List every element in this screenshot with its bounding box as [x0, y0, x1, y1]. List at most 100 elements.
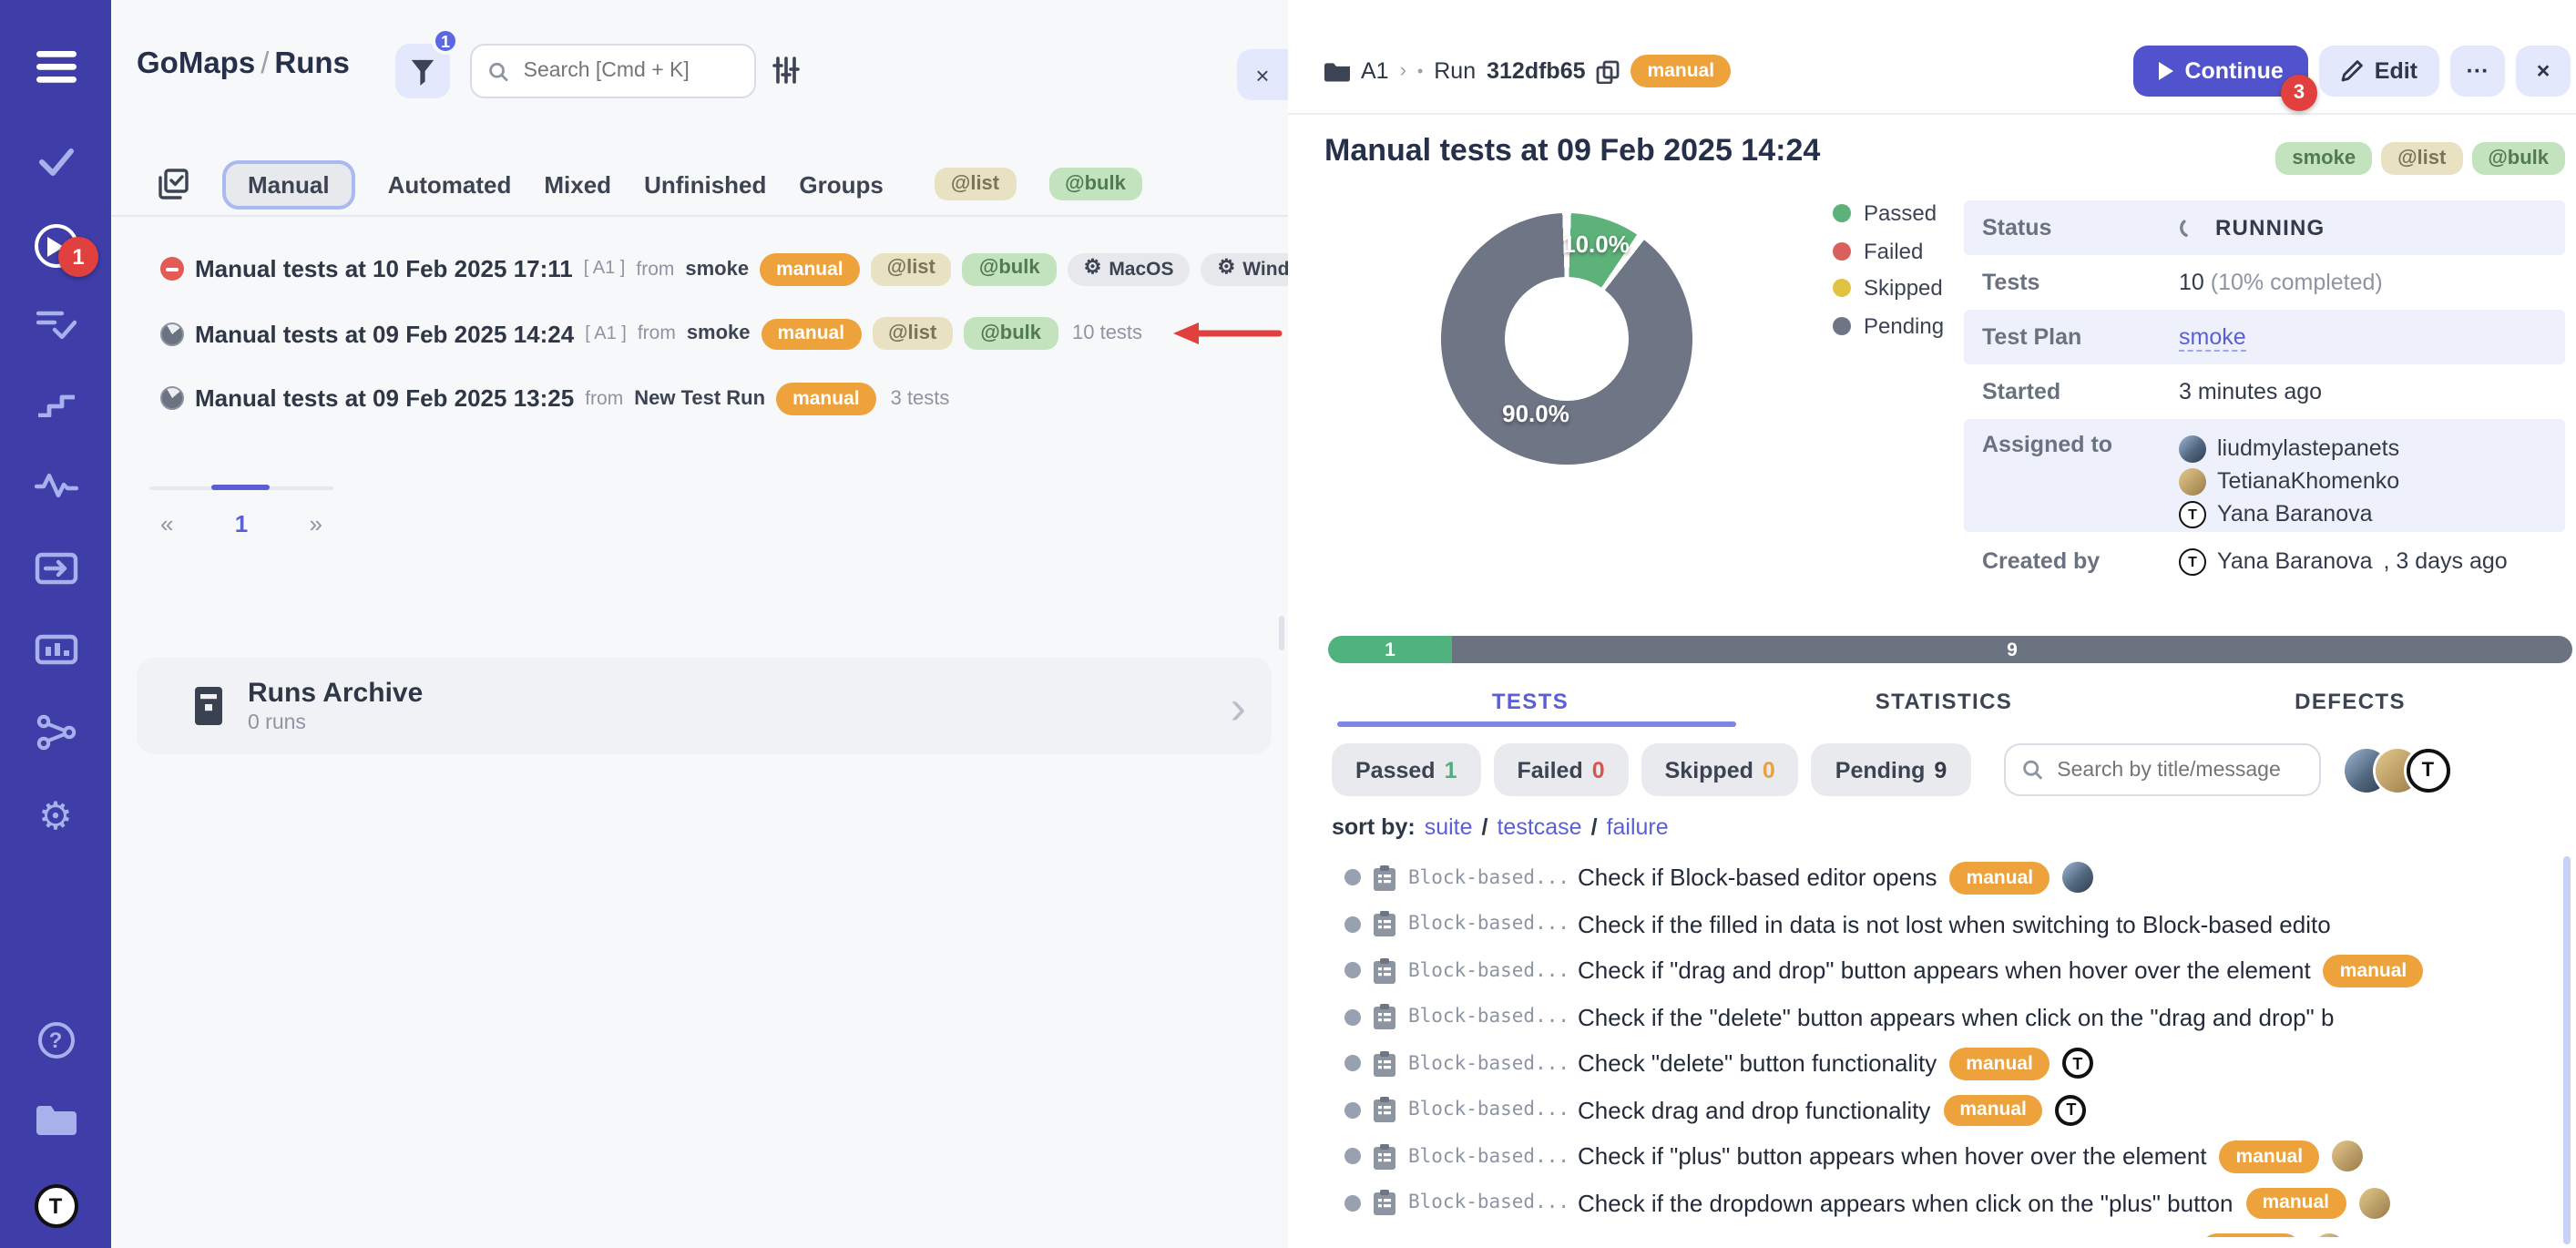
test-row[interactable]: Block-based... Check if Block-based edit… — [1288, 854, 2563, 901]
run-from-label: from — [636, 259, 674, 281]
test-row[interactable]: Block-based... Check if "drag and drop" … — [1288, 947, 2563, 994]
avatar: T — [2056, 1095, 2087, 1126]
run-actions: Continue Edit ··· × — [2133, 46, 2571, 97]
play-icon — [2159, 62, 2173, 80]
progress-pending-segment: 9 — [1452, 636, 2572, 663]
more-actions-button[interactable]: ··· — [2450, 46, 2505, 97]
chevron-right-icon: › — [1231, 682, 1246, 730]
env-chip-macos: ⚙MacOS — [1068, 253, 1191, 286]
tag-filter-list[interactable]: @list — [935, 168, 1016, 200]
sort-by-failure[interactable]: failure — [1607, 814, 1669, 840]
tests-search[interactable] — [2003, 743, 2320, 796]
pending-dot-icon — [1344, 1102, 1361, 1119]
run-type-badge: manual — [776, 383, 876, 414]
run-row[interactable]: Manual tests at 09 Feb 2025 13:25 from N… — [111, 366, 1288, 431]
breadcrumb-project[interactable]: A1 — [1361, 58, 1389, 84]
help-icon[interactable]: ? — [0, 1022, 111, 1059]
test-cases-icon[interactable] — [0, 146, 111, 179]
test-plans-icon[interactable] — [0, 310, 111, 339]
pagination: « 1 » — [149, 510, 333, 537]
chip-failed[interactable]: Failed0 — [1493, 743, 1628, 796]
run-title[interactable]: Manual tests at 10 Feb 2025 17:11 — [195, 256, 573, 283]
run-id[interactable]: 312dfb65 — [1487, 58, 1585, 84]
defects-icon[interactable] — [0, 472, 111, 497]
pagination-page-1[interactable]: 1 — [235, 510, 248, 537]
settings-gear-icon[interactable]: ⚙ — [0, 798, 111, 836]
projects-folder-icon[interactable] — [0, 1104, 111, 1135]
test-row[interactable]: Block-based... Check if the filled in da… — [1288, 901, 2563, 947]
right-scrollbar-thumb[interactable] — [2563, 856, 2571, 1244]
import-icon[interactable] — [0, 552, 111, 585]
tag-filter-bulk[interactable]: @bulk — [1048, 168, 1142, 200]
dashboard-icon[interactable] — [0, 634, 111, 665]
legend-failed: Failed — [1864, 239, 1923, 264]
test-row[interactable]: Block-based... Check drag and drop funct… — [1288, 1087, 2563, 1133]
sort-by-testcase[interactable]: testcase — [1497, 814, 1581, 840]
test-row[interactable]: Block-based... Check if "plus" button ap… — [1288, 1133, 2563, 1180]
tab-statistics[interactable]: STATISTICS — [1876, 689, 2012, 714]
test-title[interactable]: Check "delete" button functionality — [1578, 1050, 1937, 1078]
test-title[interactable]: Check if "drag and drop" button appears … — [1578, 957, 2311, 985]
test-row-partial[interactable]: Block-based... manual — [1288, 1226, 2563, 1237]
tag-smoke[interactable]: smoke — [2275, 142, 2372, 175]
tab-defects[interactable]: DEFECTS — [2295, 689, 2406, 714]
tab-groups[interactable]: Groups — [799, 170, 883, 198]
chip-pending[interactable]: Pending9 — [1812, 743, 1971, 796]
test-row[interactable]: Block-based... Check if the dropdown app… — [1288, 1180, 2563, 1226]
view-settings-icon[interactable] — [771, 55, 802, 95]
run-suite-ref: [ A1 ] — [585, 324, 627, 344]
test-title[interactable]: Check if Block-based editor opens — [1578, 864, 1937, 892]
assignee-name[interactable]: TetianaKhomenko — [2217, 468, 2399, 494]
bulk-select-icon[interactable] — [157, 168, 189, 200]
hamburger-menu-icon[interactable] — [0, 51, 111, 84]
test-title[interactable]: Check if the "delete" button appears whe… — [1578, 1004, 2334, 1031]
tab-manual[interactable]: Manual — [222, 159, 355, 209]
tag-bulk[interactable]: @bulk — [2471, 142, 2565, 175]
avatar — [2358, 1188, 2389, 1219]
test-title[interactable]: Check drag and drop functionality — [1578, 1097, 1930, 1124]
run-title[interactable]: Manual tests at 09 Feb 2025 13:25 — [195, 385, 574, 413]
runs-search[interactable] — [470, 44, 756, 98]
run-tag-bulk: @bulk — [964, 318, 1058, 351]
assignee-name[interactable]: Yana Baranova — [2217, 501, 2373, 527]
close-detail-button[interactable]: × — [2516, 46, 2571, 97]
sort-by-suite[interactable]: suite — [1425, 814, 1473, 840]
creator-name[interactable]: Yana Baranova — [2217, 548, 2373, 574]
edit-button[interactable]: Edit — [2320, 46, 2439, 97]
archive-title: Runs Archive — [248, 678, 423, 712]
user-avatar[interactable]: T — [0, 1184, 111, 1228]
search-input[interactable] — [520, 58, 738, 84]
chip-skipped[interactable]: Skipped0 — [1641, 743, 1799, 796]
milestones-icon[interactable] — [0, 392, 111, 417]
integrations-icon[interactable] — [0, 714, 111, 751]
run-title[interactable]: Manual tests at 09 Feb 2025 14:24 — [195, 321, 574, 348]
copy-icon[interactable] — [1597, 59, 1620, 83]
chip-passed[interactable]: Passed1 — [1332, 743, 1480, 796]
folder-icon — [1324, 61, 1350, 81]
test-row[interactable]: Block-based... Check if the "delete" but… — [1288, 994, 2563, 1040]
assignee-name[interactable]: liudmylastepanets — [2217, 435, 2399, 461]
test-title[interactable]: Check if the dropdown appears when click… — [1578, 1190, 2233, 1217]
tab-unfinished[interactable]: Unfinished — [644, 170, 766, 198]
project-name[interactable]: GoMaps — [137, 47, 255, 80]
assignee-avatars[interactable]: T — [2356, 748, 2449, 792]
test-title[interactable]: Check if the filled in data is not lost … — [1578, 911, 2331, 938]
close-panel-button[interactable]: × — [1237, 49, 1288, 100]
run-row[interactable]: Manual tests at 09 Feb 2025 14:24 [ A1 ]… — [111, 302, 1288, 366]
tab-tests[interactable]: TESTS — [1492, 689, 1569, 714]
test-title[interactable]: Check if "plus" button appears when hove… — [1578, 1143, 2207, 1171]
tag-list[interactable]: @list — [2381, 142, 2462, 175]
runs-archive-row[interactable]: Runs Archive 0 runs › — [137, 658, 1272, 754]
tab-mixed[interactable]: Mixed — [544, 170, 611, 198]
pencil-icon — [2342, 60, 2364, 82]
tests-search-input[interactable] — [2053, 757, 2302, 783]
test-row[interactable]: Block-based... Check "delete" button fun… — [1288, 1040, 2563, 1087]
pagination-prev[interactable]: « — [160, 510, 173, 537]
spinner-icon — [2179, 217, 2201, 239]
run-row[interactable]: Manual tests at 10 Feb 2025 17:11 [ A1 ]… — [111, 237, 1288, 302]
left-scrollbar-thumb[interactable] — [1279, 616, 1284, 650]
info-row-created: Created by TYana Baranova , 3 days ago — [1964, 532, 2565, 590]
tab-automated[interactable]: Automated — [388, 170, 512, 198]
test-plan-link[interactable]: smoke — [2179, 324, 2246, 352]
pagination-next[interactable]: » — [310, 510, 322, 537]
